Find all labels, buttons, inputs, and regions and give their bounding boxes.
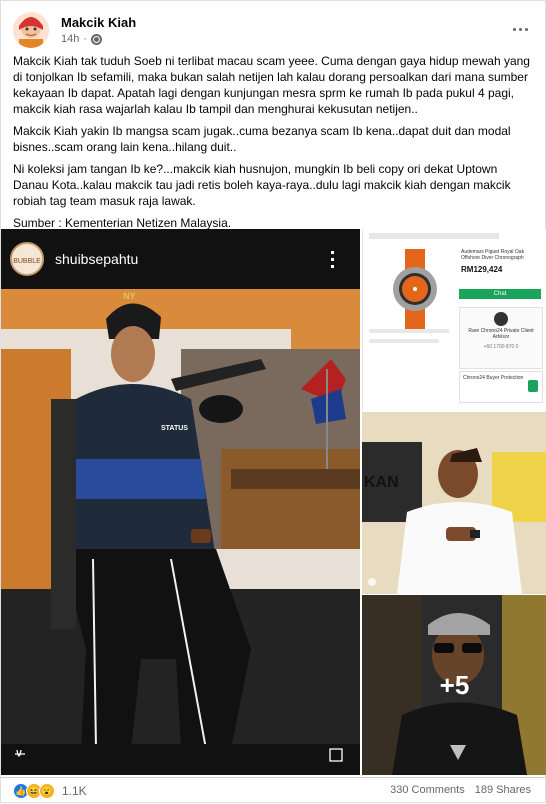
- post-paragraph-1: Makcik Kiah tak tuduh Soeb ni terlibat m…: [13, 54, 530, 116]
- post-timestamp[interactable]: 14h: [61, 33, 79, 45]
- reaction-count[interactable]: 1.1K: [62, 784, 87, 798]
- shares-count[interactable]: 189 Shares: [475, 784, 531, 796]
- globe-icon: [91, 33, 103, 45]
- seller-card: Rare Chrono24 Private Client Advisor +60…: [459, 307, 543, 369]
- author-avatar[interactable]: [13, 12, 49, 48]
- more-photos-overlay[interactable]: +5: [362, 595, 546, 775]
- brand-logo-text: BUBBLE: [13, 258, 41, 265]
- promo-video-image: [362, 412, 546, 594]
- seller-name: Rare Chrono24 Private Client Advisor: [468, 328, 534, 340]
- dot-icon: [512, 27, 516, 31]
- engagement-stats: 330 Comments 189 Shares: [390, 784, 531, 796]
- post-paragraph-3: Ni koleksi jam tangan Ib ke?...makcik ki…: [13, 162, 511, 208]
- wow-reaction-icon: 😮: [39, 783, 55, 799]
- photo-promo-video[interactable]: KAN: [362, 412, 546, 594]
- shield-icon: [528, 380, 538, 392]
- promo-banner-text: KAN: [364, 474, 399, 491]
- facebook-post-card: Makcik Kiah 14h · Makcik Kiah tak tuduh …: [0, 0, 546, 803]
- chat-button[interactable]: Chat: [459, 289, 541, 299]
- seller-phone: +60 1700 870 0: [483, 344, 519, 350]
- more-options-button[interactable]: [509, 18, 531, 40]
- jacket-brand-text: STATUS: [161, 425, 188, 432]
- photo-main[interactable]: BUBBLE shuibsepahtu NY STATUS: [1, 229, 360, 775]
- listing-nav-bar: [369, 233, 499, 239]
- product-price: RM129,424: [461, 265, 503, 274]
- seller-avatar: [494, 312, 508, 326]
- author-name[interactable]: Makcik Kiah: [61, 15, 136, 30]
- listing-spec-line: [369, 329, 449, 333]
- photo-more[interactable]: +5: [362, 595, 546, 775]
- cap-logo-text: NY: [123, 291, 136, 301]
- post-meta: 14h ·: [61, 33, 103, 45]
- product-title: Audemars Piguet Royal Oak Offshore Diver…: [461, 249, 525, 261]
- listing-spec-line: [369, 339, 439, 343]
- reaction-summary[interactable]: 👍 😆 😮 1.1K: [13, 783, 87, 799]
- dot-icon: [518, 27, 522, 31]
- watch-image: [393, 249, 437, 329]
- comments-count[interactable]: 330 Comments: [390, 784, 465, 796]
- post-paragraph-2: Makcik Kiah yakin Ib mangsa scam jugak..…: [13, 124, 511, 154]
- avatar-illustration: [13, 12, 49, 48]
- photo-product-listing[interactable]: Audemars Piguet Royal Oak Offshore Diver…: [362, 229, 546, 411]
- instagram-username: shuibsepahtu: [55, 251, 139, 267]
- dot-icon: [524, 27, 528, 31]
- studio-portrait-image: BUBBLE: [1, 229, 360, 775]
- post-footer: 👍 😆 😮 1.1K 330 Comments 189 Shares: [1, 777, 546, 804]
- post-header: Makcik Kiah 14h ·: [13, 12, 535, 48]
- buyer-protection-box: Chrono24 Buyer Protection: [459, 371, 543, 403]
- post-text: Makcik Kiah tak tuduh Soeb ni terlibat m…: [13, 53, 535, 237]
